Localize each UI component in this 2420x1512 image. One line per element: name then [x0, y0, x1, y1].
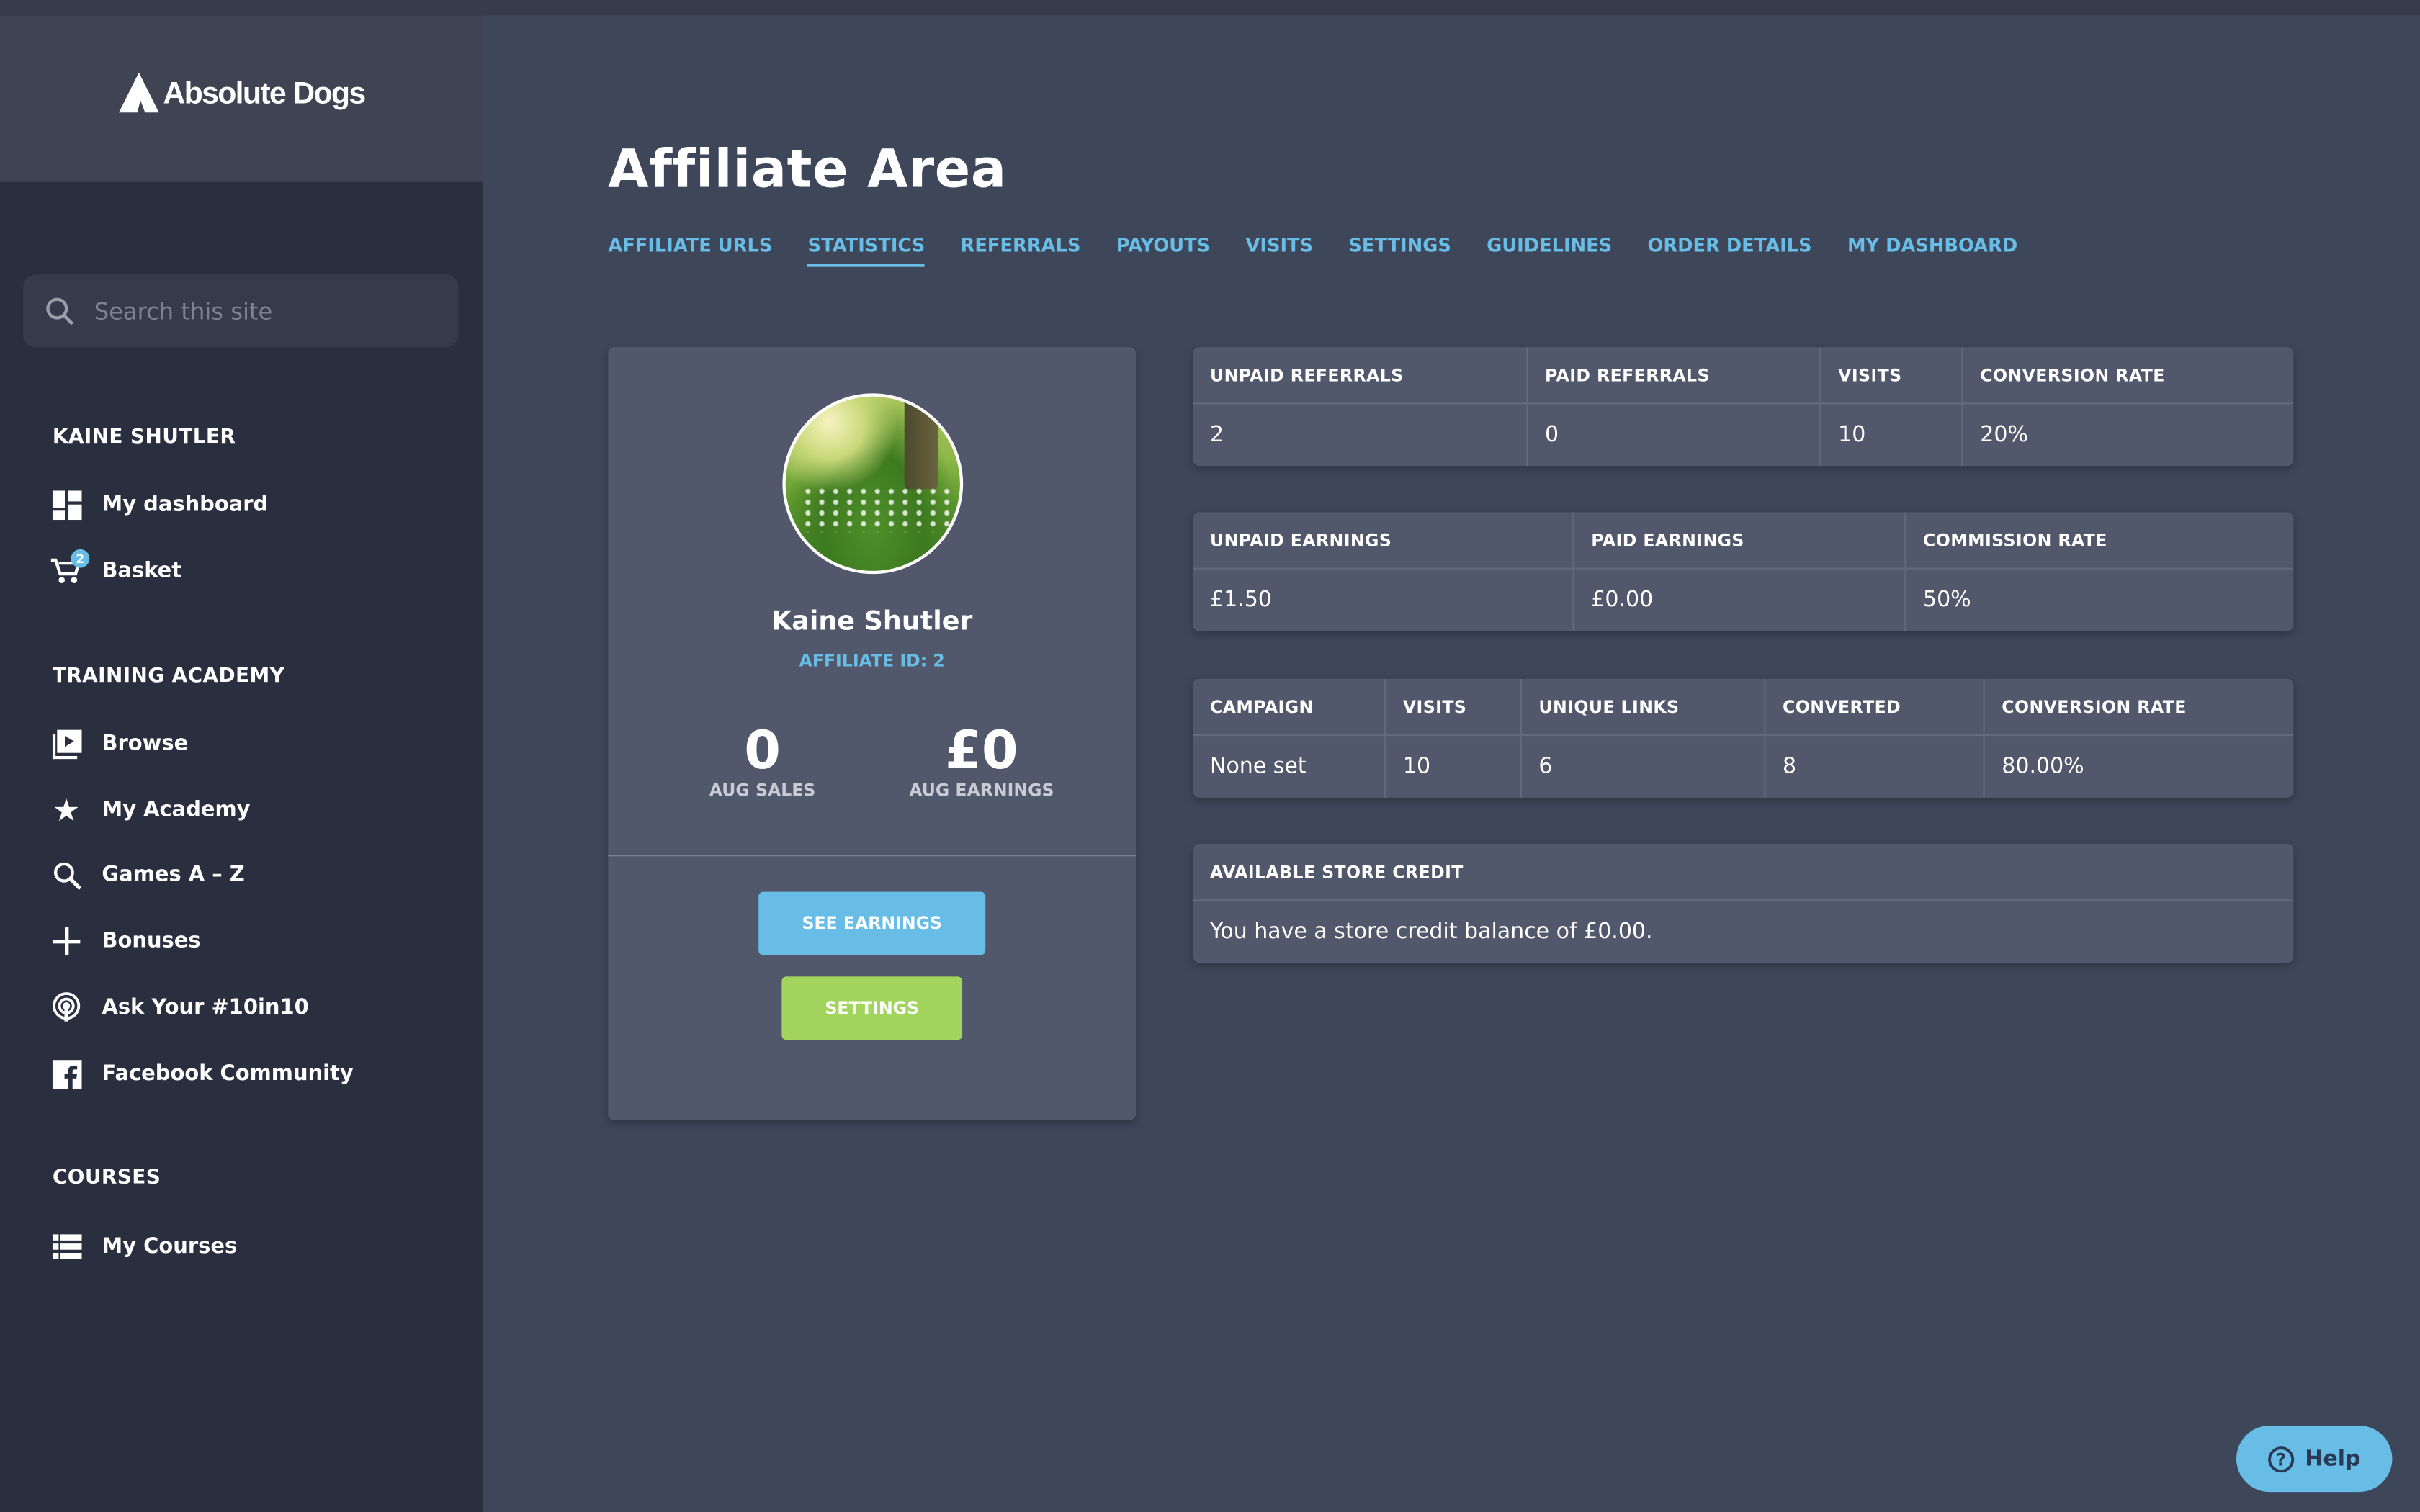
store-credit-text: You have a store credit balance of £0.00… [1210, 919, 1653, 945]
tab-my-dashboard[interactable]: MY DASHBOARD [1847, 235, 2017, 267]
table-cell: 20% [1980, 423, 2028, 448]
tab-guidelines[interactable]: GUIDELINES [1487, 235, 1612, 267]
sidebar-item-label: My dashboard [102, 492, 269, 517]
sidebar-item-label: Ask Your #10in10 [102, 995, 309, 1020]
table-cell: £0.00 [1574, 569, 1906, 631]
plus-icon [51, 926, 82, 957]
aug-sales-label: AUG SALES [709, 780, 816, 801]
divider [608, 855, 1137, 857]
cart-icon: 2 [50, 549, 90, 586]
table-cell: 6 [1522, 736, 1766, 798]
earnings-table: UNPAID EARNINGS PAID EARNINGS COMMISSION R… [1193, 512, 2294, 631]
svg-text:?: ? [2277, 1449, 2287, 1470]
table-header: UNPAID REFERRALS [1193, 347, 1528, 403]
browser-top-strip [0, 0, 2420, 16]
settings-button[interactable]: SETTINGS [781, 976, 963, 1040]
sidebar-item-basket[interactable]: 2 Basket [50, 549, 182, 588]
sidebar-item-browse[interactable]: Browse [51, 726, 188, 760]
facebook-icon [51, 1058, 82, 1089]
aug-earnings-value: £0 [945, 720, 1018, 783]
table-header: UNPAID EARNINGS [1193, 512, 1574, 568]
logo-mark-icon [118, 72, 158, 113]
aug-sales-value: 0 [744, 720, 781, 783]
table-header: CAMPAIGN [1193, 678, 1386, 735]
table-cell: 50% [1923, 588, 1971, 613]
referrals-table: UNPAID REFERRALS PAID REFERRALS VISITS CONV… [1193, 347, 2294, 467]
tab-order-details[interactable]: ORDER DETAILS [1648, 235, 1812, 267]
section-title: KAINE SHUTLER [52, 426, 236, 449]
table-cell: 8 [1765, 736, 1985, 798]
table-header: UNIQUE LINKS [1522, 678, 1766, 735]
dashboard-icon [51, 489, 82, 520]
play-icon [51, 728, 82, 759]
aug-sales-stat: 0 AUG SALES [647, 722, 878, 801]
sidebar-item-label: Basket [102, 558, 182, 584]
store-credit-table: AVAILABLE STORE CREDIT You have a store … [1193, 844, 2294, 963]
affiliate-name: Kaine Shutler [771, 606, 973, 638]
list-icon [51, 1231, 82, 1262]
sidebar-item-bonuses[interactable]: Bonuses [51, 924, 201, 958]
sidebar-item-label: My Courses [102, 1234, 238, 1259]
sidebar-item-label: My Academy [102, 797, 251, 823]
search-box[interactable] [23, 274, 459, 348]
sidebar-item-label: Facebook Community [102, 1061, 354, 1086]
search-input[interactable] [94, 297, 403, 325]
table-header: CONVERSION RATE [1980, 364, 2165, 385]
table-cell: 2 [1193, 404, 1528, 467]
help-icon: ? [2269, 1446, 2295, 1472]
aug-earnings-label: AUG EARNINGS [909, 780, 1054, 801]
main-content: Affiliate Area AFFILIATE URLS STATISTICS… [483, 15, 2420, 1512]
brand-name: Absolute Dogs [163, 77, 366, 112]
affiliate-tabs: AFFILIATE URLS STATISTICS REFERRALS PAYO… [608, 235, 2017, 267]
tab-statistics[interactable]: STATISTICS [807, 235, 926, 267]
sidebar-item-ask[interactable]: Ask Your #10in10 [51, 991, 309, 1025]
tab-payouts[interactable]: PAYOUTS [1116, 235, 1210, 267]
search-icon [51, 860, 82, 891]
tab-affiliate-urls[interactable]: AFFILIATE URLS [608, 235, 772, 267]
sidebar-item-my-dashboard[interactable]: My dashboard [51, 487, 269, 521]
table-header: CONVERTED [1765, 678, 1985, 735]
avatar [782, 393, 964, 575]
table-header: CONVERSION RATE [2002, 696, 2187, 717]
podcast-icon [51, 992, 82, 1023]
table-header: PAID EARNINGS [1574, 512, 1906, 568]
table-header: VISITS [1386, 678, 1522, 735]
table-cell: £1.50 [1193, 569, 1574, 631]
table-header: AVAILABLE STORE CREDIT [1210, 861, 1464, 882]
section-title: COURSES [52, 1166, 161, 1190]
see-earnings-button[interactable]: SEE EARNINGS [758, 891, 986, 955]
table-cell: 0 [1528, 404, 1821, 467]
table-header: PAID REFERRALS [1528, 347, 1821, 403]
sidebar-item-my-courses[interactable]: My Courses [51, 1230, 237, 1264]
brand-logo[interactable]: Absolute Dogs [118, 72, 366, 113]
table-cell: 10 [1821, 404, 1963, 467]
affiliate-id: AFFILIATE ID: 2 [799, 651, 945, 672]
basket-badge: 2 [71, 549, 90, 568]
sidebar-item-games[interactable]: Games A – Z [51, 858, 245, 891]
tab-settings[interactable]: SETTINGS [1348, 235, 1451, 267]
help-button[interactable]: ? Help [2236, 1426, 2393, 1493]
sidebar-item-my-academy[interactable]: ★ My Academy [51, 791, 251, 829]
profile-card: Kaine Shutler AFFILIATE ID: 2 0 AUG SALE… [608, 347, 1137, 1120]
table-cell: 80.00% [2002, 754, 2084, 780]
search-icon [46, 297, 74, 325]
table-header: VISITS [1821, 347, 1963, 403]
table-cell: None set [1193, 736, 1386, 798]
aug-earnings-stat: £0 AUG EARNINGS [866, 722, 1097, 801]
star-icon: ★ [52, 791, 81, 829]
sidebar-item-facebook[interactable]: Facebook Community [51, 1057, 354, 1091]
page-title: Affiliate Area [608, 138, 1007, 201]
sidebar-item-label: Browse [102, 731, 189, 757]
tab-visits[interactable]: VISITS [1245, 235, 1313, 267]
help-label: Help [2305, 1446, 2361, 1472]
logo-area: Absolute Dogs [0, 15, 483, 182]
tab-referrals[interactable]: REFERRALS [961, 235, 1081, 267]
sidebar-item-label: Games A – Z [102, 862, 245, 888]
section-title: TRAINING ACADEMY [52, 665, 285, 688]
sidebar-item-label: Bonuses [102, 929, 201, 954]
sidebar: Absolute Dogs KAINE SHUTLER My dashboard… [0, 15, 483, 1512]
campaigns-table: CAMPAIGN VISITS UNIQUE LINKS CONVERTED CONVE… [1193, 678, 2294, 798]
table-cell: 10 [1386, 736, 1522, 798]
table-header: COMMISSION RATE [1923, 530, 2107, 550]
